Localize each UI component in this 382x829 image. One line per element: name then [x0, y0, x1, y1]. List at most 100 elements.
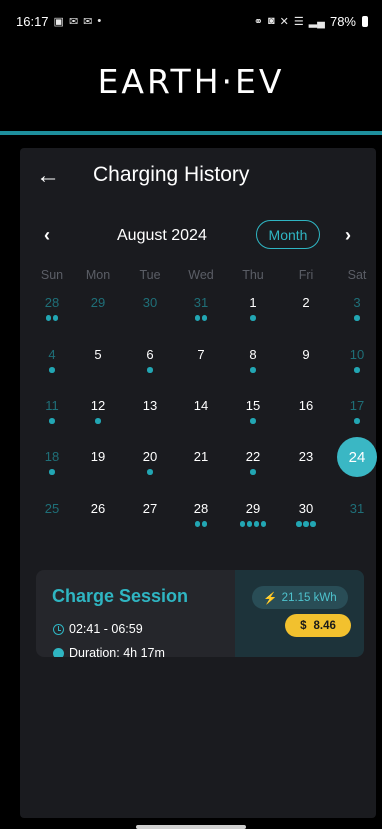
session-dots: [128, 469, 172, 475]
calendar-day[interactable]: 4: [30, 347, 74, 395]
prev-month-button[interactable]: ‹: [44, 225, 50, 246]
session-dot: [201, 315, 208, 321]
calendar-day[interactable]: 25: [30, 501, 74, 549]
day-number: 3: [353, 295, 361, 310]
calendar-day[interactable]: 2: [284, 295, 328, 343]
session-dot: [147, 367, 153, 373]
calendar-day[interactable]: 9: [284, 347, 328, 395]
day-number: 30: [142, 295, 158, 310]
session-dots: [284, 521, 328, 527]
calendar-day[interactable]: 21: [179, 449, 223, 497]
day-number: 9: [302, 347, 310, 362]
calendar-day[interactable]: 30: [128, 295, 172, 343]
session-title: Charge Session: [52, 586, 189, 606]
calendar-day[interactable]: 13: [128, 398, 172, 446]
day-number: 29: [245, 501, 261, 516]
session-duration-row: Duration: 4h 17m: [53, 646, 165, 657]
lightning-icon: ⚡: [263, 592, 278, 605]
home-indicator[interactable]: [136, 825, 246, 829]
weekday-header: Sun Mon Tue Wed Thu Fri Sat: [20, 268, 376, 286]
day-number: 15: [245, 398, 261, 413]
weekday-label: Thu: [242, 268, 264, 282]
session-dot: [49, 469, 55, 475]
back-arrow-icon[interactable]: ←: [36, 162, 60, 190]
calendar-day[interactable]: 31: [179, 295, 223, 343]
day-number: 30: [298, 501, 314, 516]
session-dot: [260, 521, 267, 527]
session-dot: [303, 521, 309, 527]
day-number: 1: [249, 295, 257, 310]
energy-value: 21.15 kWh: [281, 591, 337, 604]
calendar-day[interactable]: 26: [76, 501, 120, 549]
weekday-label: Sun: [40, 268, 64, 282]
session-dot: [296, 521, 302, 527]
session-time-range: 02:41 - 06:59: [69, 622, 143, 636]
calendar-day[interactable]: 16: [284, 398, 328, 446]
dollar-icon: $: [300, 619, 307, 632]
calendar-day[interactable]: 14: [179, 398, 223, 446]
battery-level: 78%: [329, 13, 356, 29]
energy-badge: ⚡ 21.15 kWh: [252, 586, 348, 609]
session-dot: [354, 418, 360, 424]
day-number: 25: [44, 501, 60, 516]
calendar-day[interactable]: 12: [76, 398, 120, 446]
calendar-day[interactable]: 1: [231, 295, 275, 343]
calendar-day[interactable]: 28: [30, 295, 74, 343]
session-dot: [52, 315, 59, 321]
calendar-day[interactable]: 28: [179, 501, 223, 549]
session-dots: [231, 367, 275, 373]
calendar-day[interactable]: 11: [30, 398, 74, 446]
selected-day-circle: 24: [337, 437, 377, 477]
session-dots: [231, 469, 275, 475]
main-panel: ← Charging History ‹ August 2024 Month ›…: [20, 148, 379, 818]
month-label: August 2024: [117, 227, 207, 244]
calendar-day[interactable]: 7: [179, 347, 223, 395]
session-dots: [179, 315, 223, 321]
calendar-day[interactable]: 29: [231, 501, 275, 549]
calendar-day[interactable]: 23: [284, 449, 328, 497]
day-number: 26: [90, 501, 106, 516]
session-dot: [147, 469, 153, 475]
next-month-button[interactable]: ›: [345, 225, 351, 246]
session-dot: [354, 367, 360, 373]
calendar-day[interactable]: 3: [335, 295, 379, 343]
status-time: 16:17: [16, 13, 49, 29]
day-number: 28: [44, 295, 60, 310]
session-dots: [231, 315, 275, 321]
session-dot: [49, 418, 55, 424]
calendar-day[interactable]: 18: [30, 449, 74, 497]
notification-dot-icon: •: [97, 15, 102, 27]
month-navigation: ‹ August 2024 Month ›: [20, 218, 376, 254]
calendar-day[interactable]: 6: [128, 347, 172, 395]
session-dot: [250, 315, 256, 321]
calendar-day[interactable]: 15: [231, 398, 275, 446]
day-number: 19: [90, 449, 106, 464]
brand-divider: [0, 131, 382, 135]
calendar-day[interactable]: 30: [284, 501, 328, 549]
calendar-day[interactable]: 22: [231, 449, 275, 497]
calendar-day[interactable]: 20: [128, 449, 172, 497]
session-dots: [335, 315, 379, 321]
session-dot: [250, 418, 256, 424]
calendar-day[interactable]: 8: [231, 347, 275, 395]
month-view-button[interactable]: Month: [256, 220, 320, 249]
session-dots: [30, 367, 74, 373]
calendar-day[interactable]: 5: [76, 347, 120, 395]
session-summary-panel: ⚡ 21.15 kWh $ 8.46: [235, 570, 364, 657]
calendar-day-selected[interactable]: 2424: [335, 437, 379, 497]
day-number: 28: [193, 501, 209, 516]
calendar-day[interactable]: 10: [335, 347, 379, 395]
calendar-day[interactable]: 27: [128, 501, 172, 549]
page-title: Charging History: [93, 163, 250, 186]
calendar-day[interactable]: 31: [335, 501, 379, 549]
weekday-label: Sat: [347, 268, 367, 282]
weekday-label: Fri: [298, 268, 314, 282]
calendar-day[interactable]: 29: [76, 295, 120, 343]
session-dots: [128, 367, 172, 373]
calendar-day[interactable]: 19: [76, 449, 120, 497]
battery-icon: [362, 15, 368, 27]
session-dot: [194, 315, 201, 321]
charge-session-card[interactable]: ⚡ 21.15 kWh $ 8.46 Charge Session 02:41 …: [36, 570, 364, 657]
day-number: 16: [298, 398, 314, 413]
link-icon: ⚭: [253, 15, 263, 28]
